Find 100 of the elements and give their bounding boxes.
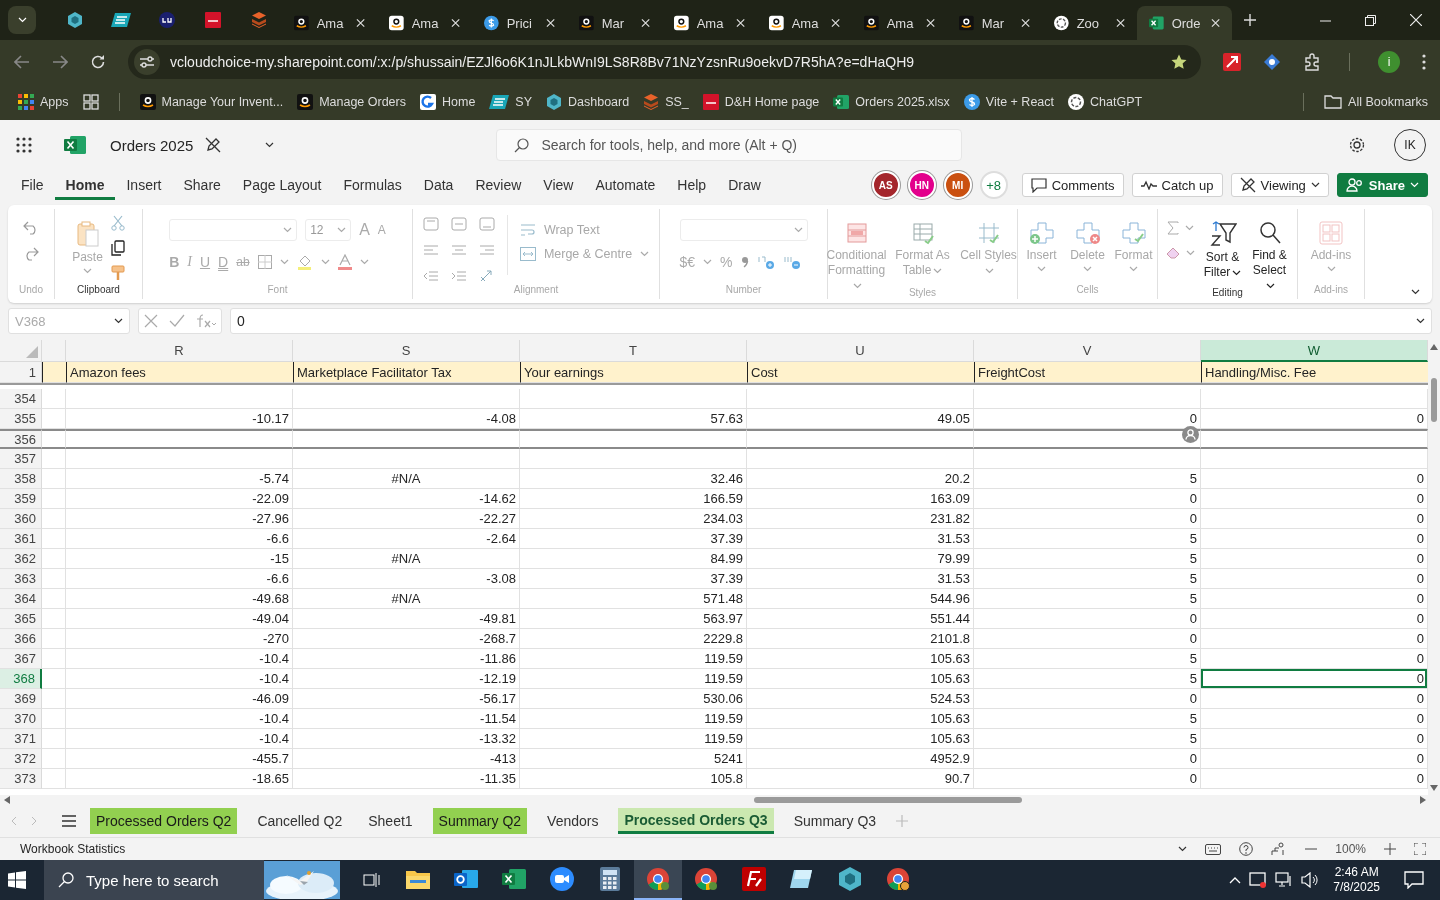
more-collaborators-badge[interactable]: +8	[979, 171, 1008, 199]
collaborator-avatar[interactable]: AS	[871, 171, 900, 199]
sheet-tab[interactable]: Cancelled Q2	[251, 808, 349, 834]
row-header[interactable]: 359	[0, 489, 42, 509]
arrow-badge-icon[interactable]	[1223, 53, 1241, 71]
comma-style-icon[interactable]	[740, 256, 749, 268]
browser-tab[interactable]: Ama	[852, 6, 947, 40]
windows-start-icon[interactable]	[8, 871, 26, 889]
row-header[interactable]: 365	[0, 609, 42, 629]
share-button[interactable]: Share	[1336, 173, 1428, 197]
excel-logo-icon[interactable]	[64, 135, 86, 155]
font-color-icon[interactable]	[337, 254, 352, 270]
restore-icon[interactable]	[1365, 14, 1376, 26]
close-icon[interactable]	[450, 18, 460, 28]
bookmark[interactable]: Dashboard	[546, 94, 630, 110]
copy-icon[interactable]	[110, 240, 125, 256]
settings-icon[interactable]	[1348, 136, 1366, 154]
sheet-tab[interactable]: Processed Orders Q2	[90, 808, 238, 834]
close-icon[interactable]	[1410, 14, 1422, 26]
browser-tab[interactable]: Orde	[1137, 6, 1232, 40]
close-icon[interactable]	[640, 18, 650, 28]
status-text[interactable]: Workbook Statistics	[20, 842, 126, 856]
extensions-icon[interactable]	[1303, 53, 1321, 71]
new-tab-icon[interactable]	[1244, 14, 1256, 26]
help-icon[interactable]	[1239, 842, 1254, 856]
row-header[interactable]: 356	[0, 429, 42, 449]
ribbon-tab[interactable]: Home	[54, 170, 116, 200]
all-bookmarks-button[interactable]: All Bookmarks	[1324, 95, 1428, 109]
close-icon[interactable]	[1020, 18, 1030, 28]
forward-icon[interactable]	[52, 55, 68, 69]
ribbon-tab[interactable]: Automate	[584, 170, 667, 200]
search-field[interactable]: Search for tools, help, and more (Alt + Q)	[496, 129, 963, 161]
clock[interactable]: 2:46 AM 7/8/2025	[1333, 865, 1380, 895]
close-icon[interactable]	[925, 18, 935, 28]
find-select-button[interactable]: Find & Select	[1250, 215, 1289, 293]
keyboard-icon[interactable]	[1205, 843, 1222, 855]
bookmark[interactable]: Manage Orders	[297, 94, 406, 110]
close-icon[interactable]	[1210, 18, 1220, 28]
sheet-tab[interactable]: Summary Q2	[432, 808, 528, 834]
diamond-extension-icon[interactable]	[1263, 53, 1281, 71]
row-header[interactable]: 358	[0, 469, 42, 489]
row-header[interactable]: 368	[0, 669, 42, 689]
star-icon[interactable]	[1171, 54, 1187, 70]
column-header[interactable]: U	[747, 340, 974, 362]
browser-tab[interactable]: Prici	[472, 6, 567, 40]
row-header[interactable]: 373	[0, 769, 42, 789]
ribbon-tab[interactable]: Draw	[717, 170, 772, 200]
column-header[interactable]: V	[974, 340, 1201, 362]
sort-filter-button[interactable]: Sort & Filter	[1203, 215, 1242, 280]
check-icon[interactable]	[169, 314, 185, 328]
column-header[interactable]: R	[66, 340, 293, 362]
profile-avatar[interactable]: i	[1378, 51, 1400, 73]
column-header[interactable]: T	[520, 340, 747, 362]
viewing-mode-button[interactable]: Viewing	[1230, 173, 1329, 197]
formula-input[interactable]: 0	[230, 308, 1432, 334]
ribbon-tab[interactable]: File	[10, 170, 55, 200]
collaborator-avatar[interactable]: MI	[943, 171, 972, 199]
zoom-level[interactable]: 100%	[1335, 842, 1366, 856]
zoom-in-icon[interactable]	[1384, 843, 1396, 855]
browser-tab[interactable]: Ama	[662, 6, 757, 40]
row-header[interactable]: 357	[0, 449, 42, 469]
task-view-icon[interactable]	[362, 872, 380, 888]
notifications-icon[interactable]	[1404, 871, 1424, 889]
address-bar[interactable]: vcloudchoice-my.sharepoint.com/:x:/p/shussain/EZJl6o6K1nJLkbWnI9LS8R8Bv71NzYzsnRu9oekvD7R5hA?e=dHaQH9	[128, 45, 1201, 79]
row-header[interactable]: 363	[0, 569, 42, 589]
ribbon-tab[interactable]: Share	[172, 170, 232, 200]
ribbon-tab[interactable]: Page Layout	[231, 170, 333, 200]
row-header[interactable]: 369	[0, 689, 42, 709]
ribbon-tab[interactable]: Formulas	[332, 170, 413, 200]
tab-groups-icon[interactable]	[82, 94, 99, 110]
browser-tab[interactable]: Mar	[947, 6, 1042, 40]
sheet-tab[interactable]: Vendors	[541, 808, 605, 834]
back-icon[interactable]	[14, 55, 30, 69]
browser-tab[interactable]: Zoo	[1042, 6, 1137, 40]
bookmark[interactable]: SY	[489, 95, 532, 109]
menu-icon[interactable]	[62, 815, 76, 827]
close-icon[interactable]	[355, 18, 365, 28]
app-launcher-icon[interactable]	[16, 137, 32, 153]
bookmark[interactable]: D&H Home page	[702, 94, 820, 110]
comments-button[interactable]: Comments	[1021, 173, 1124, 197]
close-icon[interactable]	[1115, 18, 1125, 28]
reload-icon[interactable]	[90, 54, 106, 70]
row-header[interactable]: 367	[0, 649, 42, 669]
bookmark[interactable]: Home	[420, 94, 476, 110]
row-header[interactable]: 364	[0, 589, 42, 609]
browser-tab[interactable]: Ama	[757, 6, 852, 40]
ribbon-tab[interactable]: Help	[666, 170, 718, 200]
tray-app-icon[interactable]	[1249, 872, 1268, 888]
row-header[interactable]: 370	[0, 709, 42, 729]
column-header[interactable]: W	[1201, 340, 1428, 362]
increase-decimal-icon[interactable]	[756, 254, 775, 270]
ribbon-tab[interactable]: Data	[412, 170, 465, 200]
close-icon[interactable]	[830, 18, 840, 28]
row-header[interactable]: 366	[0, 629, 42, 649]
ribbon-tab[interactable]: Review	[464, 170, 533, 200]
browser-tab[interactable]: Ama	[377, 6, 472, 40]
row-header[interactable]: 355	[0, 409, 42, 429]
column-header[interactable]: S	[293, 340, 520, 362]
collaborator-avatar[interactable]: HN	[907, 171, 936, 199]
bookmark[interactable]: SS_	[643, 94, 689, 110]
